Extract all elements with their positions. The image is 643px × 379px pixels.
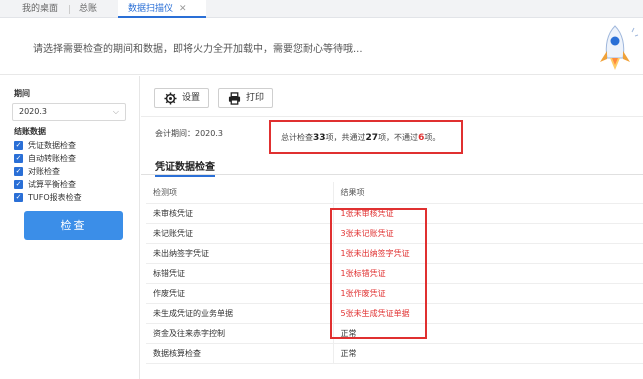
table-cell-item: 作废凭证: [146, 283, 334, 304]
summary-mid2: 项，不通过: [378, 133, 419, 142]
print-button[interactable]: 打印: [218, 88, 273, 108]
banner: 请选择需要检查的期间和数据，即将火力全开加载中，需要您耐心等待哦...: [0, 18, 643, 75]
check-button[interactable]: 检查: [24, 211, 123, 240]
checkbox-checked-icon: ✓: [14, 141, 23, 150]
gear-icon: [164, 92, 177, 105]
tab-data-scanner[interactable]: 数据扫描仪 ✕: [118, 0, 206, 18]
rocket-icon: [600, 25, 639, 70]
period-select[interactable]: 2020.3 ⌵: [12, 103, 126, 121]
checkbox-label: 试算平衡检查: [28, 180, 76, 189]
banner-text: 请选择需要检查的期间和数据，即将火力全开加载中，需要您耐心等待哦...: [33, 44, 363, 55]
settings-label: 设置: [182, 93, 201, 103]
table-cell-item: 资金及往来赤字控制: [146, 323, 334, 344]
checkbox-checked-icon: ✓: [14, 154, 23, 163]
printer-icon: [228, 92, 241, 105]
summary-passed: 27: [365, 133, 379, 143]
summary-suffix: 项。: [424, 133, 441, 142]
table-cell-result: 正常: [333, 343, 643, 364]
table-header-row: 检测项 结果项: [146, 182, 643, 204]
checkbox-checked-icon: ✓: [14, 167, 23, 176]
table-cell-item: 未记账凭证: [146, 223, 334, 244]
summary-prefix: 总计检查: [281, 133, 313, 142]
checkbox-checked-icon: ✓: [14, 193, 23, 202]
column-header-item: 检测项: [146, 182, 334, 204]
table-cell-item: 标错凭证: [146, 263, 334, 284]
checkbox-label: 凭证数据检查: [28, 141, 76, 150]
checkbox-label: 对账检查: [28, 167, 60, 176]
checkbox-label: TUFO报表检查: [28, 193, 82, 202]
closing-data-label: 结账数据: [14, 127, 46, 136]
tab-general-ledger[interactable]: 总账: [79, 0, 97, 18]
failed-results-highlight: [330, 208, 427, 339]
left-panel: 期间 2020.3 ⌵ 结账数据 ✓ 凭证数据检查 ✓ 自动转账检查 ✓ 对账检…: [0, 76, 140, 379]
tab-bar: 我的桌面 总账 数据扫描仪 ✕: [0, 0, 643, 18]
table-cell-item: 数据核算检查: [146, 343, 334, 364]
tab-data-scanner-label: 数据扫描仪: [128, 4, 174, 14]
print-label: 打印: [246, 93, 265, 103]
section-underline: [141, 174, 643, 175]
chevron-down-icon: ⌵: [112, 107, 119, 116]
table-row[interactable]: 数据核算检查 正常: [146, 343, 643, 364]
main-panel: 设置 打印 会计期间：2020.3 总计检查33项，共通过27项，不通过6项。 …: [141, 76, 643, 379]
table-cell-item: 未出纳签字凭证: [146, 243, 334, 264]
period-label: 期间: [14, 89, 30, 98]
close-icon[interactable]: ✕: [179, 4, 187, 14]
settings-button[interactable]: 设置: [154, 88, 209, 108]
summary-total: 33: [313, 133, 326, 143]
checkbox-checked-icon: ✓: [14, 180, 23, 189]
summary-mid1: 项，共通过: [325, 133, 366, 142]
checkbox-label: 自动转账检查: [28, 154, 76, 163]
column-header-result: 结果项: [333, 182, 643, 204]
table-cell-item: 未审核凭证: [146, 203, 334, 224]
tab-my-desktop[interactable]: 我的桌面: [22, 0, 58, 18]
accounting-period: 会计期间：2020.3: [155, 129, 223, 138]
divider: [141, 116, 643, 117]
summary-box: 总计检查33项，共通过27项，不通过6项。: [269, 120, 463, 154]
tab-separator: [69, 5, 70, 14]
period-select-value: 2020.3: [19, 107, 47, 116]
table-cell-item: 未生成凭证的业务单据: [146, 303, 334, 324]
